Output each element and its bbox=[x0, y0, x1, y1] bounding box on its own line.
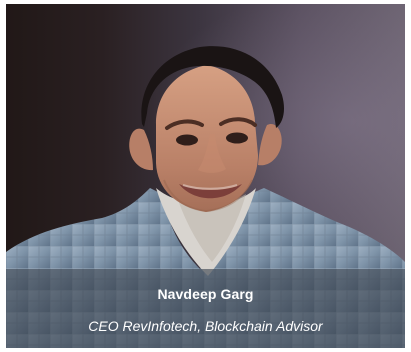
right-eye-shape bbox=[226, 132, 248, 144]
caption-band bbox=[6, 269, 405, 348]
person-title: CEO RevInfotech, Blockchain Advisor bbox=[88, 318, 323, 334]
left-eye-shape bbox=[176, 134, 198, 146]
profile-card: Navdeep Garg CEO RevInfotech, Blockchain… bbox=[0, 0, 411, 352]
person-name: Navdeep Garg bbox=[157, 286, 254, 302]
